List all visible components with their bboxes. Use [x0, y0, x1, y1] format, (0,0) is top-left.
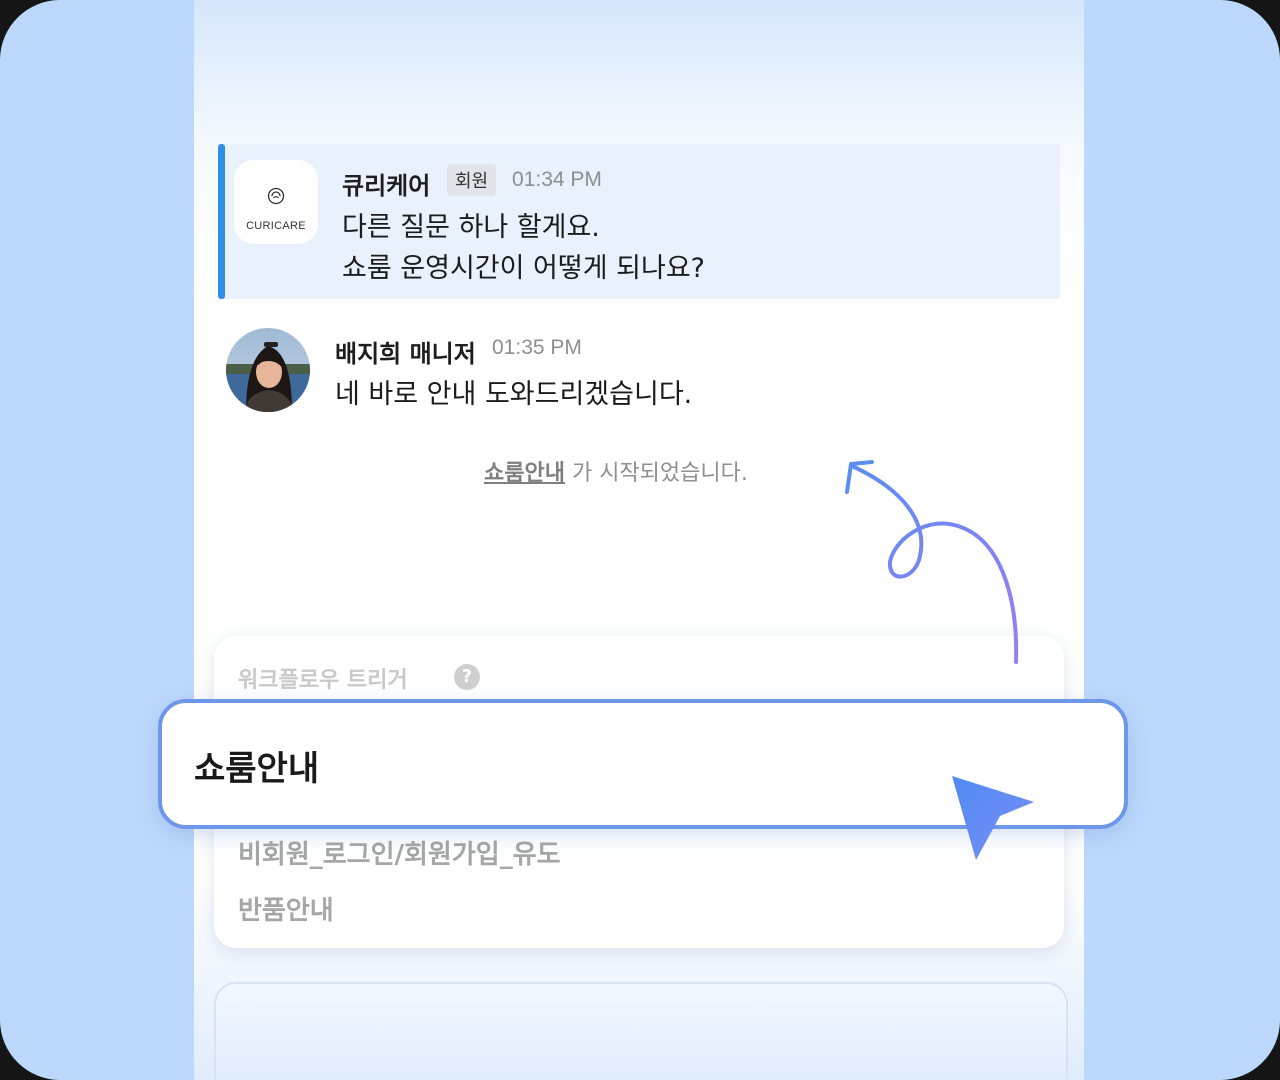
- cursor-pointer-icon: [952, 776, 1034, 860]
- curved-arrow-icon: [845, 460, 1034, 860]
- app-frame: CURICARE 큐리케어 회원 01:34 PM 다른 질문 하나 할게요. …: [0, 0, 1280, 1080]
